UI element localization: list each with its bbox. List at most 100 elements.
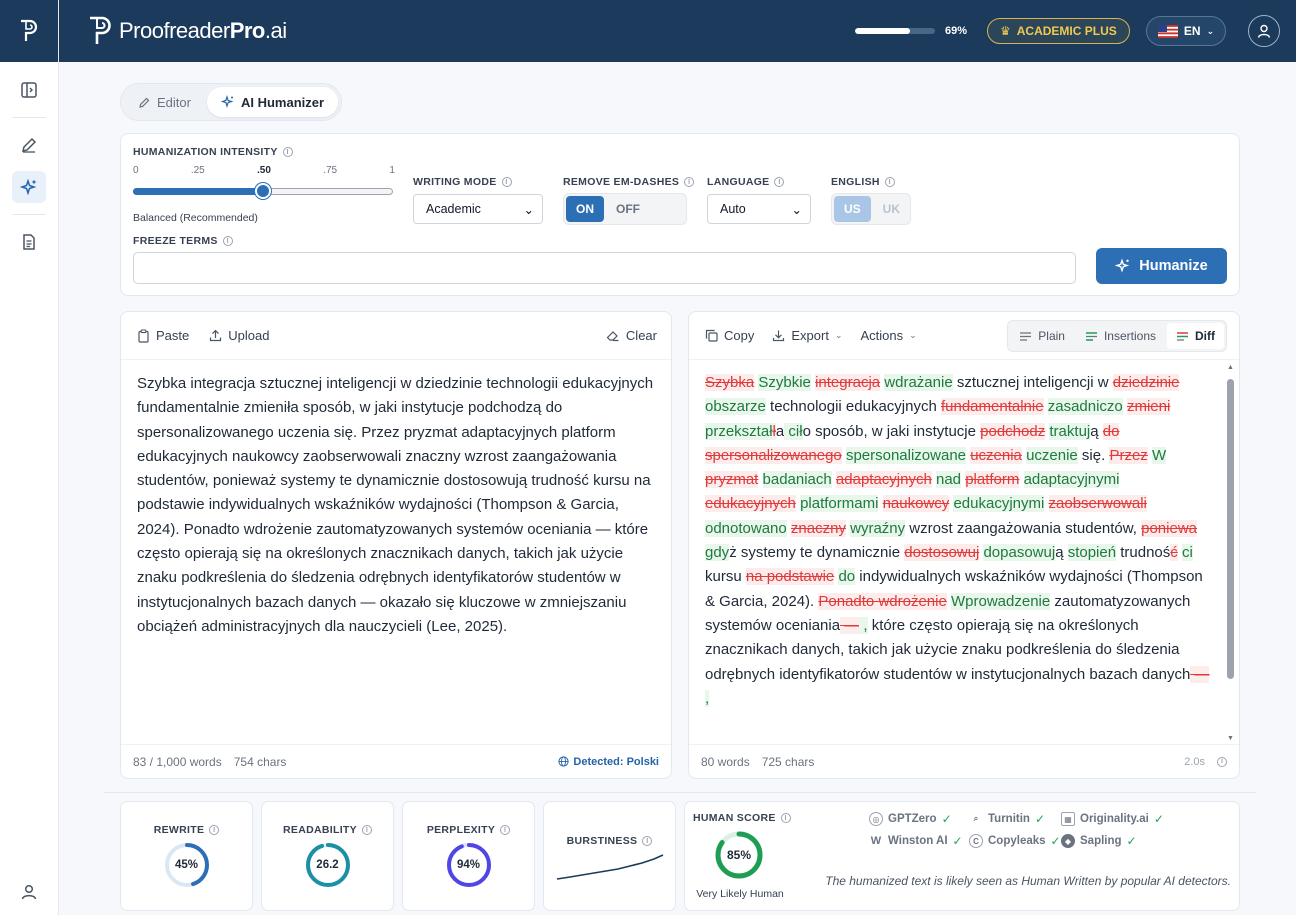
brand-logo[interactable]: ProofreaderPro.ai (87, 16, 287, 46)
document-icon[interactable] (12, 226, 46, 258)
language-label: LANGUAGE i (707, 176, 785, 188)
english-uk[interactable]: UK (873, 196, 910, 222)
inserted-text: edukacyjnymi (953, 495, 1045, 513)
scroll-thumb[interactable] (1227, 379, 1234, 679)
output-diff-text[interactable]: Szybka Szybkie integracja wdrażanie sztu… (689, 360, 1225, 746)
originality-icon: ▦ (1061, 812, 1075, 826)
english-us[interactable]: US (834, 196, 871, 222)
inserted-text: badaniach (762, 471, 832, 489)
slider-handle[interactable] (255, 183, 271, 199)
actions-button[interactable]: Actions ⌄ (860, 328, 916, 343)
copy-button[interactable]: Copy (705, 328, 754, 343)
plan-label: ACADEMIC PLUS (1016, 24, 1117, 38)
language-selector[interactable]: EN ⌄ (1146, 16, 1226, 46)
upload-icon (210, 329, 222, 342)
inserted-text: uczenie (1026, 446, 1078, 464)
intensity-slider[interactable] (133, 183, 393, 199)
tab-ai-humanizer[interactable]: AI Humanizer (206, 87, 339, 117)
em-dashes-toggle: ON OFF (563, 193, 687, 225)
deleted-text: naukowcy (882, 495, 950, 513)
perplexity-card: PERPLEXITY i 94% (402, 801, 535, 911)
detector-copyleaks: C Copyleaks ✓ (969, 834, 1061, 848)
inserted-text: nad (936, 471, 962, 489)
writing-mode-select[interactable]: Academic ⌄ (413, 194, 543, 224)
unchanged-text (1019, 471, 1023, 488)
info-icon[interactable]: i (209, 825, 220, 835)
burstiness-label: BURSTINESS i (567, 835, 653, 847)
paste-button[interactable]: Paste (137, 328, 189, 343)
inserted-text: dopasowuj (983, 544, 1056, 562)
inserted-text: odnotowano (705, 519, 787, 537)
tab-editor[interactable]: Editor (124, 87, 205, 117)
inserted-text: do (838, 568, 856, 586)
input-textarea[interactable]: Szybka integracja sztucznej inteligencji… (121, 360, 671, 651)
crown-icon: ♛ (1000, 24, 1011, 38)
freeze-terms-label: FREEZE TERMS i (133, 235, 233, 247)
check-icon: ✓ (1153, 812, 1164, 826)
pencil-icon[interactable] (12, 129, 46, 161)
intensity-label: HUMANIZATION INTENSITY i (133, 146, 293, 158)
deleted-text: dostosowuj (904, 544, 980, 562)
view-diff-tab[interactable]: Diff (1167, 323, 1224, 349)
account-button[interactable] (1248, 15, 1280, 47)
tick-label: .25 (190, 165, 205, 176)
human-verdict: Very Likely Human (696, 888, 784, 900)
input-toolbar: Paste Upload Clear (121, 312, 671, 360)
rail-logo[interactable] (0, 0, 58, 62)
upload-button[interactable]: Upload (209, 328, 269, 343)
logo-icon (90, 16, 111, 44)
info-icon[interactable]: i (884, 177, 895, 187)
inserted-text: wdrażanie (884, 374, 953, 391)
inserted-text: wyraźny (850, 519, 906, 537)
unchanged-text: a (775, 422, 785, 440)
unchanged-text: się. (1077, 446, 1110, 464)
info-icon[interactable]: i (1217, 756, 1227, 767)
chevron-down-icon: ⌄ (834, 330, 843, 340)
toggle-sidebar-icon[interactable] (12, 74, 46, 106)
readability-label: READABILITY i (283, 824, 372, 836)
em-dashes-on[interactable]: ON (566, 196, 604, 222)
info-icon[interactable]: i (684, 177, 695, 187)
user-icon[interactable] (12, 876, 46, 908)
unchanged-text (1044, 495, 1048, 512)
actions-label: Actions (860, 328, 904, 343)
input-footer: 83 / 1,000 words 754 chars Detected: Pol… (121, 744, 671, 778)
deleted-text: dziedzinie (1112, 374, 1180, 391)
em-dashes-off[interactable]: OFF (606, 196, 650, 222)
writing-mode-label: WRITING MODE i (413, 176, 512, 188)
info-icon[interactable]: i (361, 825, 372, 835)
output-scrollbar[interactable]: ▲ ▼ (1225, 364, 1235, 742)
language-select[interactable]: Auto ⌄ (707, 194, 811, 224)
check-icon: ✓ (1126, 834, 1137, 848)
deleted-text: Szybka (705, 374, 755, 391)
tab-editor-label: Editor (157, 94, 191, 110)
globe-icon (558, 756, 570, 767)
sparkles-icon[interactable] (12, 171, 46, 203)
chevron-down-icon: ⌄ (523, 202, 534, 217)
unchanged-text: ą (1055, 544, 1068, 562)
info-icon[interactable]: i (774, 177, 785, 187)
deleted-text: edukacyjnych (705, 495, 796, 513)
view-plain-tab[interactable]: Plain (1010, 323, 1074, 349)
info-icon[interactable]: i (500, 825, 511, 835)
humanize-button[interactable]: Humanize (1096, 248, 1227, 284)
deleted-text: zaobserwowali (1048, 495, 1147, 513)
detector-winston: W Winston AI ✓ (870, 834, 963, 848)
scroll-up-icon[interactable]: ▲ (1227, 364, 1234, 371)
scroll-down-icon[interactable]: ▼ (1227, 735, 1234, 742)
unchanged-text (758, 471, 762, 488)
view-insertions-label: Insertions (1103, 329, 1156, 343)
info-icon[interactable]: i (222, 236, 233, 246)
clear-button[interactable]: Clear (606, 328, 657, 343)
info-icon[interactable]: i (780, 813, 791, 823)
info-icon[interactable]: i (282, 147, 293, 157)
info-icon[interactable]: i (642, 836, 653, 846)
export-button[interactable]: Export ⌄ (772, 328, 842, 343)
freeze-terms-input[interactable] (133, 252, 1076, 284)
detected-language: Detected: Polski (558, 756, 659, 768)
plan-badge[interactable]: ♛ ACADEMIC PLUS (987, 18, 1130, 44)
rewrite-value: 45% (174, 859, 199, 871)
info-icon[interactable]: i (501, 177, 512, 187)
view-insertions-tab[interactable]: Insertions (1076, 323, 1165, 349)
human-note: The humanized text is likely seen as Hum… (825, 874, 1231, 888)
